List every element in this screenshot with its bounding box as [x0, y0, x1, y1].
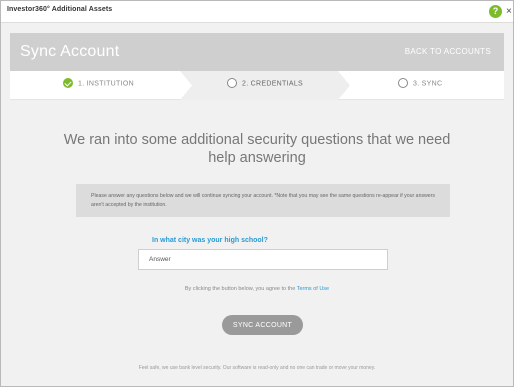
notice-box: Please answer any questions below and we…: [76, 184, 450, 217]
notice-text: Please answer any questions below and we…: [91, 193, 436, 208]
step-institution: 1. INSTITUTION: [63, 78, 134, 89]
help-icon[interactable]: ?: [489, 5, 502, 18]
step-label: 2. CREDENTIALS: [242, 80, 303, 88]
circle-icon: [398, 78, 408, 88]
security-questions-heading: We ran into some additional security que…: [63, 132, 451, 166]
window-title: Investor360° Additional Assets: [7, 6, 113, 13]
security-question-label: In what city was your high school?: [152, 237, 268, 244]
security-footer: Feel safe, we use bank level security. O…: [138, 365, 376, 371]
sync-account-button[interactable]: SYNC ACCOUNT: [222, 315, 303, 335]
title-bar: Investor360° Additional Assets ? ×: [1, 1, 513, 23]
terms-agreement: By clicking the button below, you agree …: [50, 286, 464, 292]
check-circle-icon: [63, 78, 73, 88]
step-label: 1. INSTITUTION: [78, 80, 134, 88]
dialog-window: Investor360° Additional Assets ? × Sync …: [0, 0, 514, 387]
circle-icon: [227, 78, 237, 88]
terms-of-use-link[interactable]: Terms of Use: [297, 286, 329, 292]
back-to-accounts-link[interactable]: BACK TO ACCOUNTS: [405, 47, 491, 56]
page-title: Sync Account: [20, 43, 120, 60]
answer-input[interactable]: [138, 249, 388, 270]
step-sync: 3. SYNC: [398, 78, 443, 89]
main-content: We ran into some additional security que…: [10, 101, 504, 378]
agree-text: By clicking the button below, you agree …: [184, 286, 296, 292]
progress-steps: 1. INSTITUTION 2. CREDENTIALS 3. SYNC: [10, 71, 504, 100]
close-icon[interactable]: ×: [506, 5, 512, 18]
step-credentials: 2. CREDENTIALS: [227, 78, 303, 89]
page-header: Sync Account BACK TO ACCOUNTS: [10, 33, 504, 71]
step-label: 3. SYNC: [413, 80, 443, 88]
